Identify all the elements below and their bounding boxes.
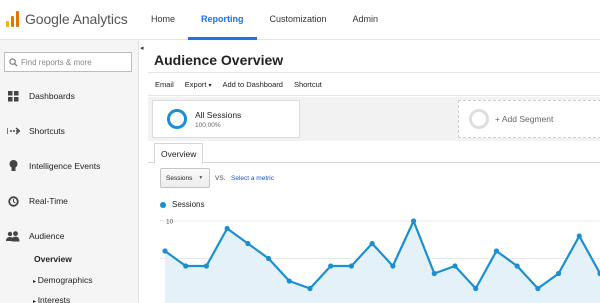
export-label: Export [184,79,207,89]
data-point [265,255,272,262]
chart-legend: Sessions [160,200,204,209]
sidebar-subitem-demographics[interactable]: ▸ Demographics [33,275,93,285]
email-button[interactable]: Email [155,80,174,89]
search-input[interactable] [21,57,126,67]
shortcut-arrow-icon [6,124,20,138]
sidebar-item-real-time[interactable]: Real-Time [0,190,138,212]
data-point [473,285,479,292]
data-point [369,240,375,247]
grid-icon [6,89,20,103]
segment-bar: All Sessions 100.00% + Add Segment [148,97,600,141]
shortcut-button[interactable]: Shortcut [294,80,322,89]
data-point [493,248,500,254]
data-point [245,240,251,247]
nav-admin[interactable]: Admin [340,0,392,40]
tab-overview[interactable]: Overview [154,143,204,164]
sidebar-item-audience[interactable]: Audience [0,225,138,247]
data-point [431,270,437,277]
collapse-sidebar-icon[interactable]: ◂ [140,44,148,54]
segment-all-sessions[interactable]: All Sessions 100.00% [152,100,300,138]
sidebar-item-label: Audience [29,231,65,241]
logo-google-text: Google [25,11,70,27]
data-point [555,270,562,277]
data-point [183,263,189,269]
sidebar-item-dashboards[interactable]: Dashboards [0,85,138,107]
sidebar-subitem-overview[interactable]: Overview [34,254,72,264]
report-toolbar: Email Export ▾ Add to Dashboard Shortcut [148,72,600,96]
data-point [224,225,230,232]
vs-label: VS. [215,175,226,182]
segment-percent: 100.00% [195,121,221,129]
empty-segment-ring-icon [469,109,489,129]
chevron-down-icon: ▾ [199,175,203,181]
nav-reporting[interactable]: Reporting [188,0,257,40]
sidebar-subitem-interests[interactable]: ▸ Interests [33,295,70,303]
sidebar-item-intelligence-events[interactable]: Intelligence Events [0,155,138,177]
metric-selected-value: Sessions [166,174,193,182]
sidebar-item-shortcuts[interactable]: Shortcuts [0,120,138,142]
legend-label: Sessions [172,200,205,209]
sidebar-item-label: Shortcuts [29,126,65,136]
y-tick-label: 10 [166,219,174,226]
series-line [164,219,600,290]
report-tabs: Overview [148,141,600,164]
series-area [165,221,600,303]
data-point [328,263,334,269]
clock-icon [6,194,20,208]
data-point [390,263,396,269]
nav-customization[interactable]: Customization [257,0,340,40]
metric-dropdown[interactable]: Sessions ▾ [160,168,210,188]
select-metric-link[interactable]: Select a metric [231,175,274,182]
main-content: Audience Overview Email Export ▾ Add to D… [148,40,600,303]
chevron-down-icon: ▾ [208,82,212,89]
data-point [348,263,355,269]
data-point [410,218,417,224]
logo-product-text: Analytics [72,11,128,27]
add-segment-label: + Add Segment [495,114,554,124]
data-point [162,248,168,254]
sidebar-item-label: Intelligence Events [29,161,101,171]
page-title: Audience Overview [154,52,284,68]
top-bar: Google Analytics Home Reporting Customiz… [0,0,600,40]
data-point [576,233,582,239]
nav-home[interactable]: Home [138,0,188,40]
data-point [452,263,458,269]
segment-name: All Sessions [195,109,242,120]
sidebar-item-label: Real-Time [29,196,68,206]
export-button[interactable]: Export ▾ [185,80,212,89]
data-point [307,285,313,292]
legend-dot-icon [160,201,166,208]
logo-text: Google Analytics [25,11,128,27]
google-analytics-logo[interactable]: Google Analytics [6,9,128,29]
add-to-dashboard-button[interactable]: Add to Dashboard [222,80,282,89]
sidebar-subitem-label: Interests [37,295,71,303]
people-icon [6,229,20,243]
data-point [203,263,210,269]
add-segment-button[interactable]: + Add Segment [458,100,600,138]
analytics-logo-icon [6,11,20,27]
report-search[interactable] [4,52,132,72]
sidebar-item-label: Dashboards [29,91,75,101]
data-point [286,278,292,284]
data-point [514,263,520,269]
sidebar: Dashboards Shortcuts Intelligence Events [0,40,139,303]
y-tick-label: 5 [166,256,170,263]
lightbulb-icon [6,159,20,173]
segment-ring-icon [167,109,187,129]
main-nav: Home Reporting Customization Admin [138,0,391,40]
data-point [535,285,541,292]
sidebar-subitem-label: Demographics [37,275,93,285]
search-icon [9,57,18,67]
